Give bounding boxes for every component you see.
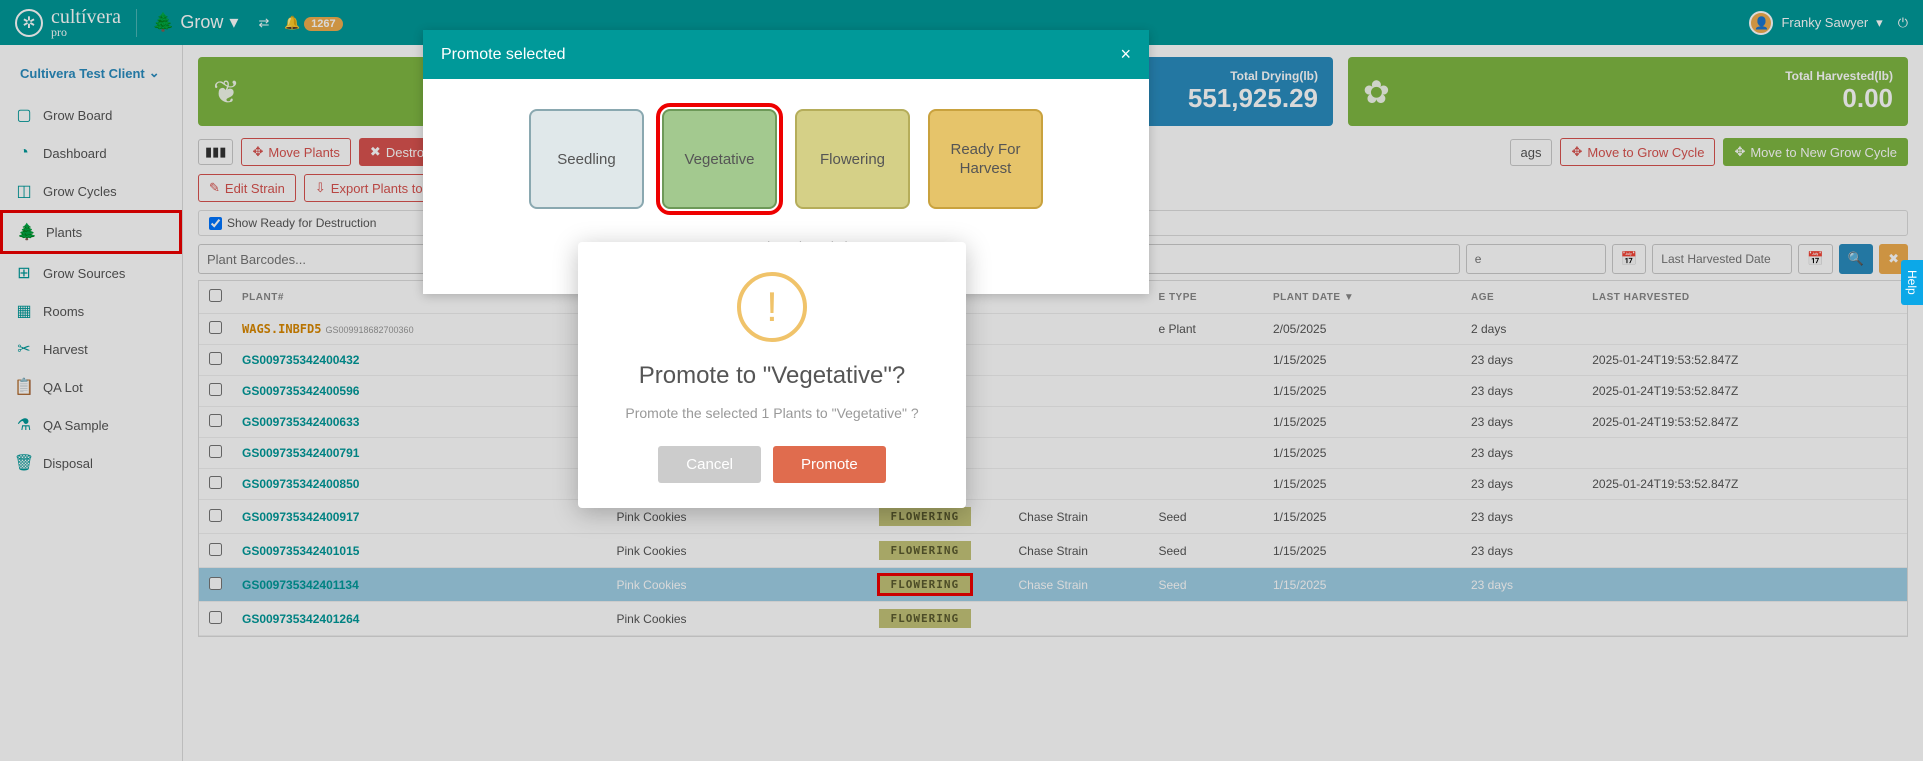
warning-icon: !: [737, 272, 807, 342]
promote-button[interactable]: Promote: [773, 446, 886, 483]
confirm-title: Promote to "Vegetative"?: [603, 362, 941, 390]
stage-ready-harvest[interactable]: Ready ForHarvest: [928, 109, 1043, 209]
confirm-message: Promote the selected 1 Plants to "Vegeta…: [603, 405, 941, 421]
confirm-dialog: ! Promote to "Vegetative"? Promote the s…: [578, 242, 966, 508]
help-tab[interactable]: Help: [1901, 260, 1923, 305]
stage-flowering[interactable]: Flowering: [795, 109, 910, 209]
close-icon[interactable]: ×: [1120, 44, 1131, 65]
promote-title: Promote selected: [441, 46, 566, 64]
stage-vegetative[interactable]: Vegetative: [662, 109, 777, 209]
cancel-button[interactable]: Cancel: [658, 446, 761, 483]
stage-seedling[interactable]: Seedling: [529, 109, 644, 209]
